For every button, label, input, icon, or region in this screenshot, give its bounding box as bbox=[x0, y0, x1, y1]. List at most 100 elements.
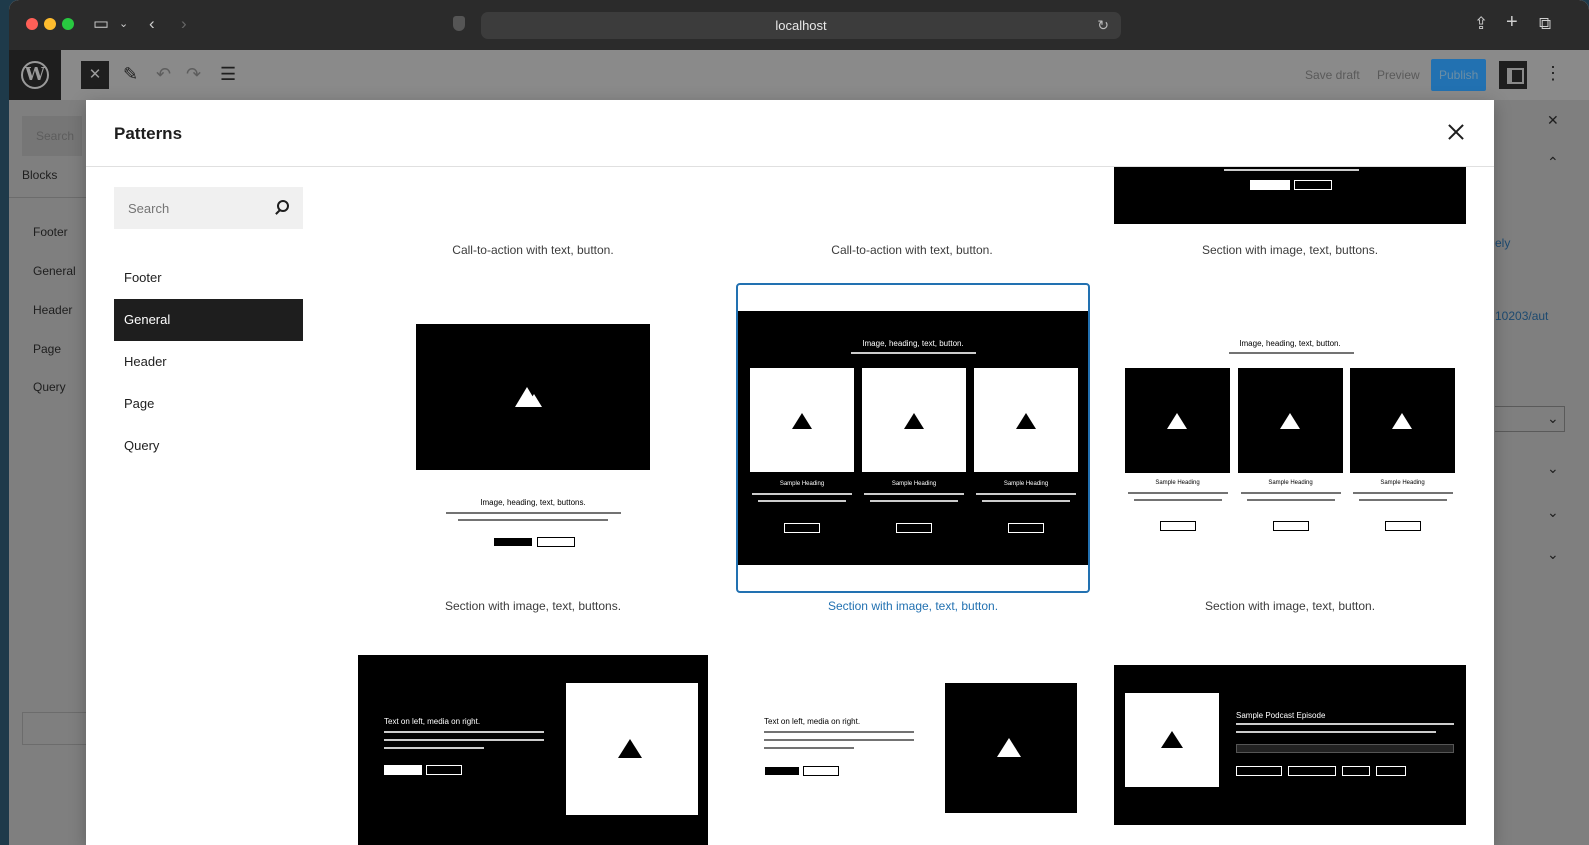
back-icon[interactable]: ‹ bbox=[149, 13, 155, 35]
pattern-caption: Section with image, text, buttons. bbox=[1201, 243, 1379, 257]
preview-button[interactable]: Preview bbox=[1369, 59, 1428, 91]
pattern-caption-selected: Section with image, text, button. bbox=[827, 599, 999, 613]
inserter-category-general[interactable]: General bbox=[33, 264, 76, 278]
preview-text-line bbox=[384, 747, 484, 749]
preview-heading: Sample Heading bbox=[1155, 480, 1200, 486]
pattern-preview: Image, heading, text, button. Sample Hea… bbox=[738, 311, 1088, 565]
mountain-icon bbox=[618, 739, 642, 758]
close-icon[interactable] bbox=[1444, 120, 1468, 144]
privacy-shield-icon[interactable] bbox=[453, 16, 465, 31]
pattern-caption: Section with image, text, button. bbox=[1204, 599, 1376, 613]
modal-title: Patterns bbox=[114, 124, 183, 143]
mountain-icon bbox=[997, 738, 1021, 757]
pattern-card[interactable]: Text on left, media on right. bbox=[358, 655, 708, 845]
mountain-icon bbox=[1392, 413, 1412, 429]
preview-button bbox=[1385, 521, 1421, 531]
preview-text-line bbox=[1224, 169, 1359, 171]
mountain-icon bbox=[526, 394, 542, 407]
preview-text-line bbox=[1359, 499, 1447, 501]
preview-button bbox=[896, 523, 932, 533]
new-tab-icon[interactable]: + bbox=[1506, 11, 1518, 33]
redo-icon[interactable]: ↷ bbox=[186, 63, 201, 85]
editor-toolbar: W ✕ ✎ ↶ ↷ ☰ Save draft Preview Publish ⋮ bbox=[9, 50, 1589, 100]
pattern-grid: Call-to-action with text, button. Call-t… bbox=[86, 167, 1494, 845]
preview-image bbox=[1125, 368, 1230, 473]
preview-text-line bbox=[1236, 731, 1436, 733]
settings-sidebar-icon[interactable] bbox=[1499, 61, 1527, 89]
preview-heading: Sample Heading bbox=[1380, 480, 1425, 486]
preview-text-line bbox=[458, 519, 608, 521]
edit-tool-icon[interactable]: ✎ bbox=[123, 63, 138, 85]
preview-text-line bbox=[1236, 723, 1454, 725]
pattern-card-selected[interactable]: Image, heading, text, button. Sample Hea… bbox=[736, 283, 1090, 593]
pattern-preview: Text on left, media on right. bbox=[358, 655, 708, 845]
maximize-window-button[interactable] bbox=[62, 18, 74, 30]
mountain-icon bbox=[904, 413, 924, 429]
pattern-card[interactable] bbox=[1114, 167, 1466, 224]
settings-text: ely bbox=[1495, 236, 1511, 250]
chevron-down-icon[interactable]: ⌄ bbox=[1547, 546, 1559, 563]
modal-header: Patterns bbox=[86, 100, 1494, 167]
chevron-down-icon[interactable]: ⌄ bbox=[119, 13, 128, 35]
preview-heading: Text on left, media on right. bbox=[764, 717, 861, 726]
preview-text-line bbox=[758, 500, 846, 502]
mountain-icon bbox=[792, 413, 812, 429]
tab-blocks[interactable]: Blocks bbox=[22, 168, 57, 182]
preview-button bbox=[784, 523, 820, 533]
sidebar-toggle-icon[interactable]: ▭ bbox=[93, 13, 109, 35]
preview-text-line bbox=[384, 731, 544, 733]
preview-text-line bbox=[851, 352, 976, 354]
preview-text-line bbox=[384, 739, 544, 741]
close-inserter-button[interactable]: ✕ bbox=[81, 61, 109, 89]
mountain-icon bbox=[1161, 731, 1183, 748]
inserter-category-footer[interactable]: Footer bbox=[33, 225, 68, 239]
tab-overview-icon[interactable]: ⧉ bbox=[1539, 13, 1551, 35]
settings-link[interactable]: 10203/aut bbox=[1495, 309, 1548, 323]
inserter-search-input[interactable]: Search bbox=[22, 116, 82, 156]
browser-toolbar: ▭ ⌄ ‹ › localhost ↻ ⇪ + ⧉ bbox=[9, 0, 1589, 50]
inserter-category-query[interactable]: Query bbox=[33, 380, 66, 394]
chevron-down-icon: ⌄ bbox=[1547, 410, 1559, 426]
preview-image bbox=[1238, 368, 1343, 473]
forward-icon[interactable]: › bbox=[181, 13, 187, 35]
inserter-category-page[interactable]: Page bbox=[33, 342, 61, 356]
preview-image bbox=[1350, 368, 1455, 473]
pattern-card[interactable]: Image, heading, text, buttons. bbox=[358, 284, 708, 594]
inserter-category-header[interactable]: Header bbox=[33, 303, 72, 317]
close-settings-icon[interactable]: ✕ bbox=[1547, 112, 1559, 129]
preview-button bbox=[1273, 521, 1309, 531]
preview-text-line bbox=[1247, 499, 1335, 501]
preview-text-line bbox=[1134, 499, 1222, 501]
more-options-icon[interactable]: ⋮ bbox=[1544, 63, 1562, 84]
pattern-caption: Call-to-action with text, button. bbox=[452, 243, 614, 257]
preview-button bbox=[1008, 523, 1044, 533]
preview-button bbox=[1376, 766, 1406, 776]
preview-text-line bbox=[1128, 492, 1228, 494]
undo-icon[interactable]: ↶ bbox=[156, 63, 171, 85]
reload-icon[interactable]: ↻ bbox=[1097, 12, 1109, 39]
mountain-icon bbox=[1016, 413, 1036, 429]
chevron-up-icon[interactable]: ⌃ bbox=[1547, 154, 1559, 171]
pattern-caption: Call-to-action with text, button. bbox=[831, 243, 993, 257]
preview-button bbox=[1236, 766, 1282, 776]
preview-button bbox=[1160, 521, 1196, 531]
address-bar[interactable]: localhost ↻ bbox=[481, 12, 1121, 39]
preview-heading: Text on left, media on right. bbox=[384, 717, 481, 726]
chevron-down-icon[interactable]: ⌄ bbox=[1547, 460, 1559, 477]
pattern-card[interactable]: Sample Podcast Episode bbox=[1114, 665, 1466, 825]
chevron-down-icon[interactable]: ⌄ bbox=[1547, 504, 1559, 521]
share-icon[interactable]: ⇪ bbox=[1474, 13, 1488, 35]
list-view-icon[interactable]: ☰ bbox=[220, 63, 236, 85]
preview-image bbox=[1125, 693, 1219, 787]
publish-button[interactable]: Publish bbox=[1431, 59, 1487, 91]
preview-text-line bbox=[1241, 492, 1341, 494]
divider bbox=[9, 197, 89, 198]
pattern-card[interactable]: Image, heading, text, button. Sample Hea… bbox=[1114, 284, 1466, 594]
save-draft-button[interactable]: Save draft bbox=[1297, 59, 1368, 91]
wordpress-logo-icon[interactable]: W bbox=[9, 50, 61, 100]
minimize-window-button[interactable] bbox=[44, 18, 56, 30]
settings-select[interactable]: ⌄ bbox=[1495, 406, 1565, 432]
close-window-button[interactable] bbox=[26, 18, 38, 30]
preview-heading: Sample Heading bbox=[1268, 480, 1313, 486]
pattern-card[interactable]: Text on left, media on right. bbox=[736, 655, 1088, 845]
